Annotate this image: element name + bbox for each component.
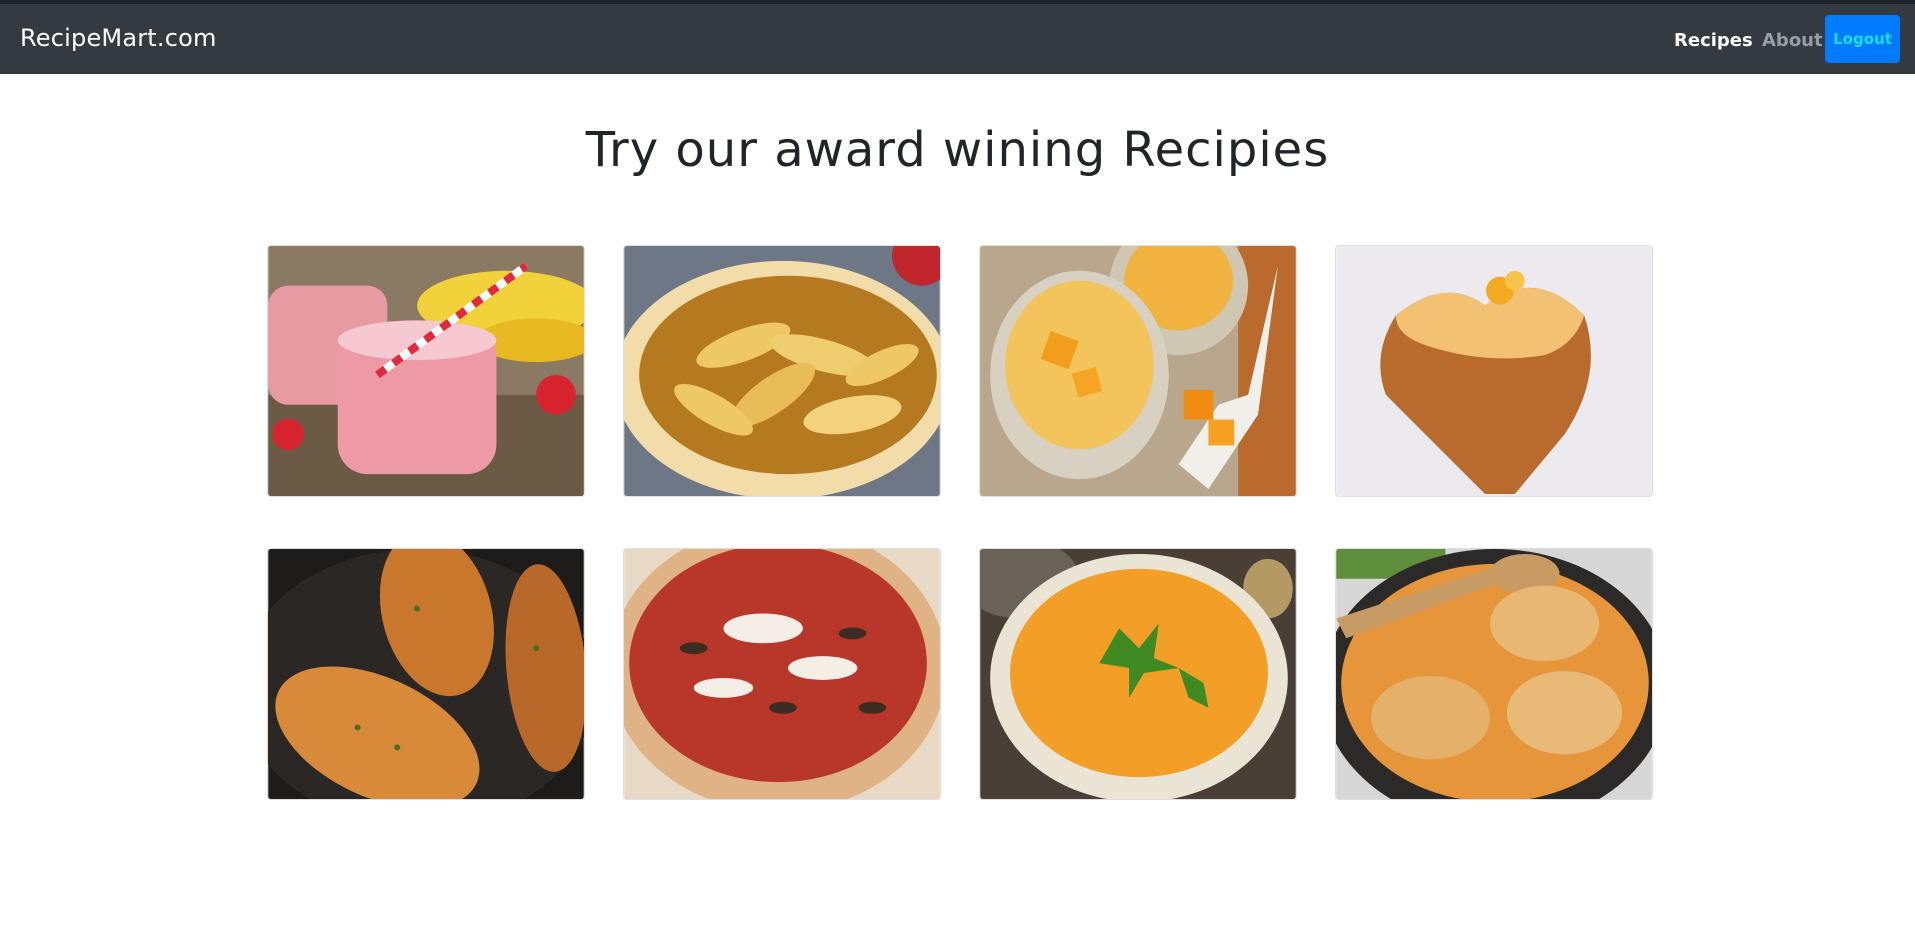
brand-link[interactable]: RecipeMart.com [20,24,217,52]
pumpkin-soup-photo [980,549,1296,799]
grilled-chicken-photo [268,549,584,799]
recipe-card-mango-dessert[interactable] [979,245,1297,497]
apple-pie-photo [624,246,940,496]
mango-dessert-photo [980,246,1296,496]
navbar: RecipeMart.com Recipes About Logout [0,4,1915,74]
recipe-card-creamy-chicken[interactable] [1335,548,1653,800]
logout-button[interactable]: Logout [1825,15,1900,63]
recipe-card-pizza[interactable] [623,548,941,800]
recipe-card-heart-cake[interactable] [1335,245,1653,497]
recipe-card-apple-pie[interactable] [623,245,941,497]
heart-cake-photo [1336,246,1652,496]
page-heading: Try our award wining Recipies [585,122,1330,178]
strawberry-smoothie-photo [268,246,584,496]
nav-link-recipes[interactable]: Recipes [1674,30,1753,51]
recipe-card-pumpkin-soup[interactable] [979,548,1297,800]
recipe-card-grilled-chicken[interactable] [267,548,585,800]
recipe-card-smoothie[interactable] [267,245,585,497]
pizza-photo [624,549,940,799]
nav-link-about[interactable]: About [1762,30,1823,51]
creamy-chicken-photo [1336,549,1652,799]
